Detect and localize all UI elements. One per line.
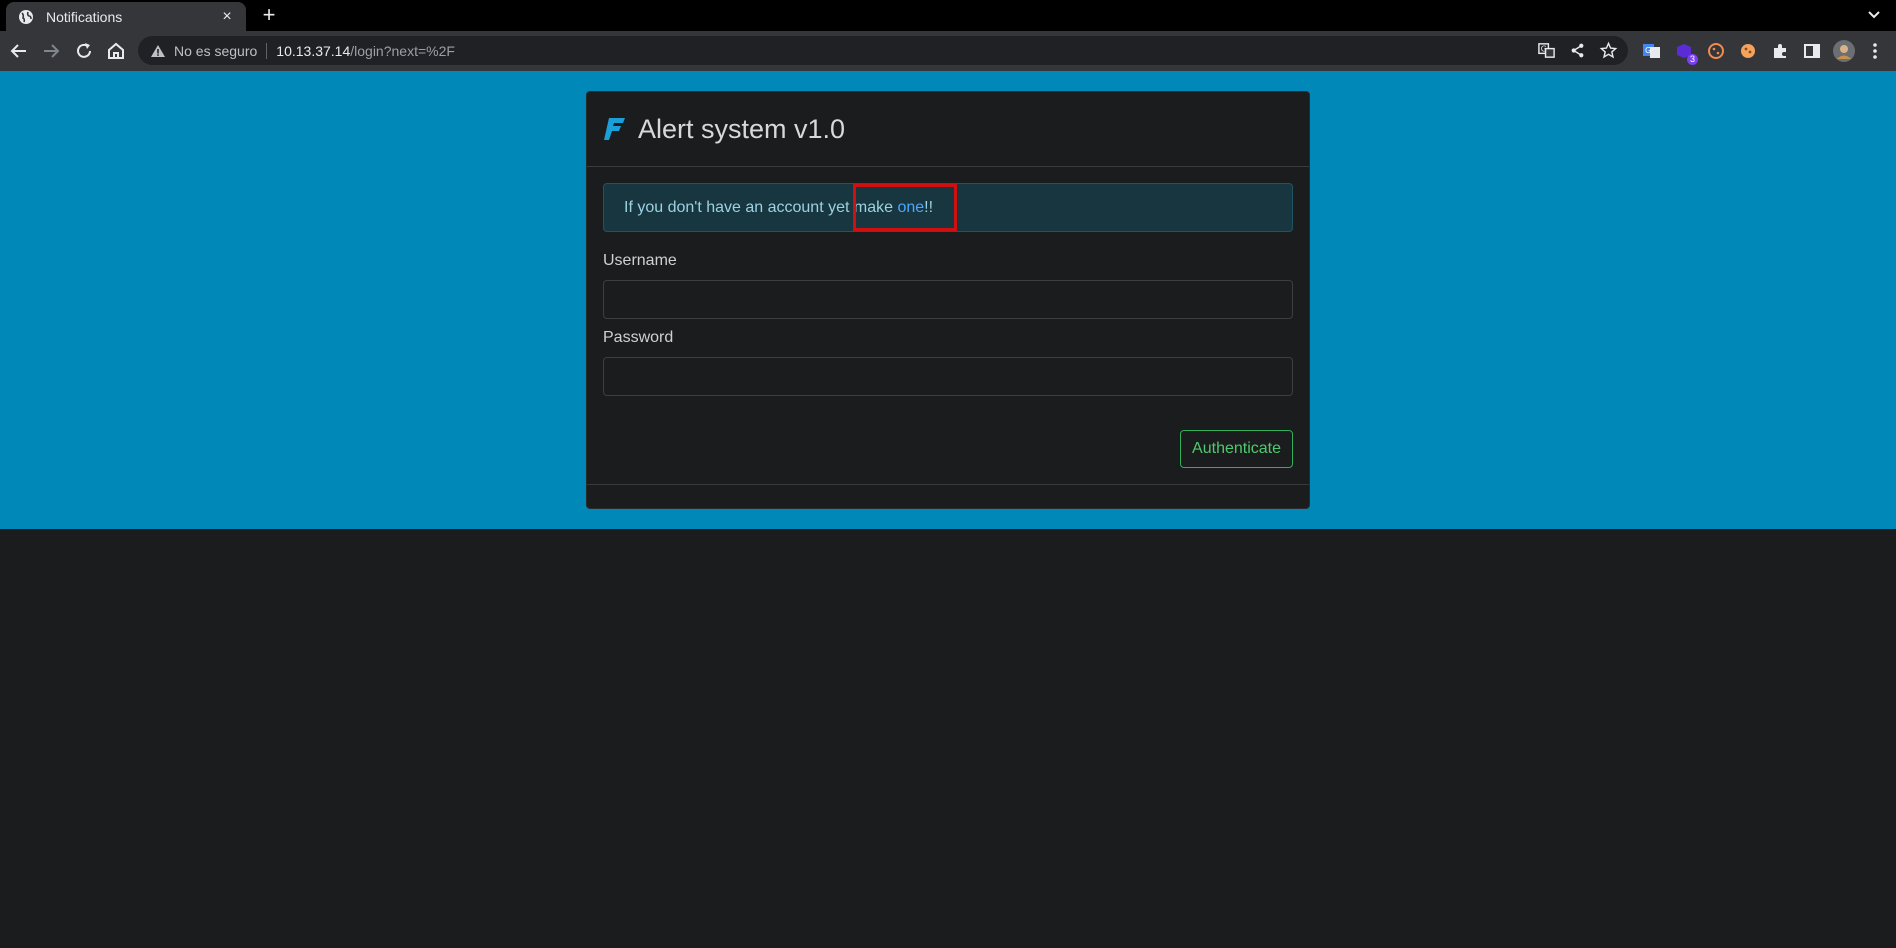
- forward-arrow-icon[interactable]: [39, 39, 63, 63]
- username-input[interactable]: [603, 280, 1293, 319]
- security-status[interactable]: No es seguro: [174, 43, 257, 59]
- page-viewport: Alert system v1.0 If you don't have an a…: [0, 71, 1896, 948]
- card-body: If you don't have an account yet make on…: [587, 167, 1309, 396]
- password-input[interactable]: [603, 357, 1293, 396]
- home-icon[interactable]: [104, 39, 128, 63]
- cookie-extension-icon[interactable]: [1704, 39, 1728, 63]
- omnibox-actions: G: [1537, 41, 1618, 60]
- side-panel-icon[interactable]: [1800, 39, 1824, 63]
- password-label: Password: [603, 329, 674, 346]
- brand-logo-icon: [604, 118, 625, 140]
- signup-alert: If you don't have an account yet make on…: [603, 183, 1293, 232]
- extension-badge: 3: [1686, 54, 1698, 65]
- warning-icon[interactable]: [150, 43, 166, 59]
- bookmark-star-icon[interactable]: [1599, 41, 1618, 60]
- card-footer: [587, 484, 1309, 508]
- back-arrow-icon[interactable]: [7, 39, 31, 63]
- omnibox-divider: [266, 42, 268, 59]
- highlight-annotation: [853, 184, 957, 231]
- tab-notifications[interactable]: Notifications ×: [6, 2, 246, 31]
- cookie-editor-icon[interactable]: [1736, 39, 1760, 63]
- browser-menu-icon[interactable]: [1866, 39, 1884, 63]
- new-tab-button[interactable]: +: [257, 3, 281, 27]
- browser-toolbar: No es seguro 10.13.37.14 /login?next=%2F…: [0, 31, 1896, 71]
- login-card: Alert system v1.0 If you don't have an a…: [586, 91, 1310, 509]
- tab-close-icon[interactable]: ×: [218, 8, 236, 26]
- extensions-area: G 3: [1640, 39, 1856, 65]
- translate-icon[interactable]: G: [1537, 41, 1556, 60]
- chevron-down-icon[interactable]: [1864, 6, 1884, 24]
- reload-icon[interactable]: [72, 39, 96, 63]
- authenticate-button[interactable]: Authenticate: [1180, 430, 1293, 468]
- puzzle-extensions-icon[interactable]: [1768, 39, 1792, 63]
- url-path: /login?next=%2F: [350, 42, 455, 59]
- username-label: Username: [603, 252, 677, 269]
- profile-avatar-icon[interactable]: [1832, 39, 1856, 63]
- address-bar[interactable]: No es seguro 10.13.37.14 /login?next=%2F…: [138, 36, 1628, 65]
- translate-extension-icon[interactable]: G: [1640, 39, 1664, 63]
- share-icon[interactable]: [1568, 41, 1587, 60]
- tab-title: Notifications: [46, 8, 123, 25]
- card-header: Alert system v1.0: [587, 92, 1309, 167]
- svg-text:G: G: [1645, 46, 1651, 55]
- page-title: Alert system v1.0: [638, 113, 846, 144]
- url-host: 10.13.37.14: [276, 42, 351, 59]
- globe-icon: [19, 9, 33, 24]
- tab-strip: Notifications × +: [0, 0, 1896, 31]
- purple-extension-icon[interactable]: 3: [1672, 39, 1698, 65]
